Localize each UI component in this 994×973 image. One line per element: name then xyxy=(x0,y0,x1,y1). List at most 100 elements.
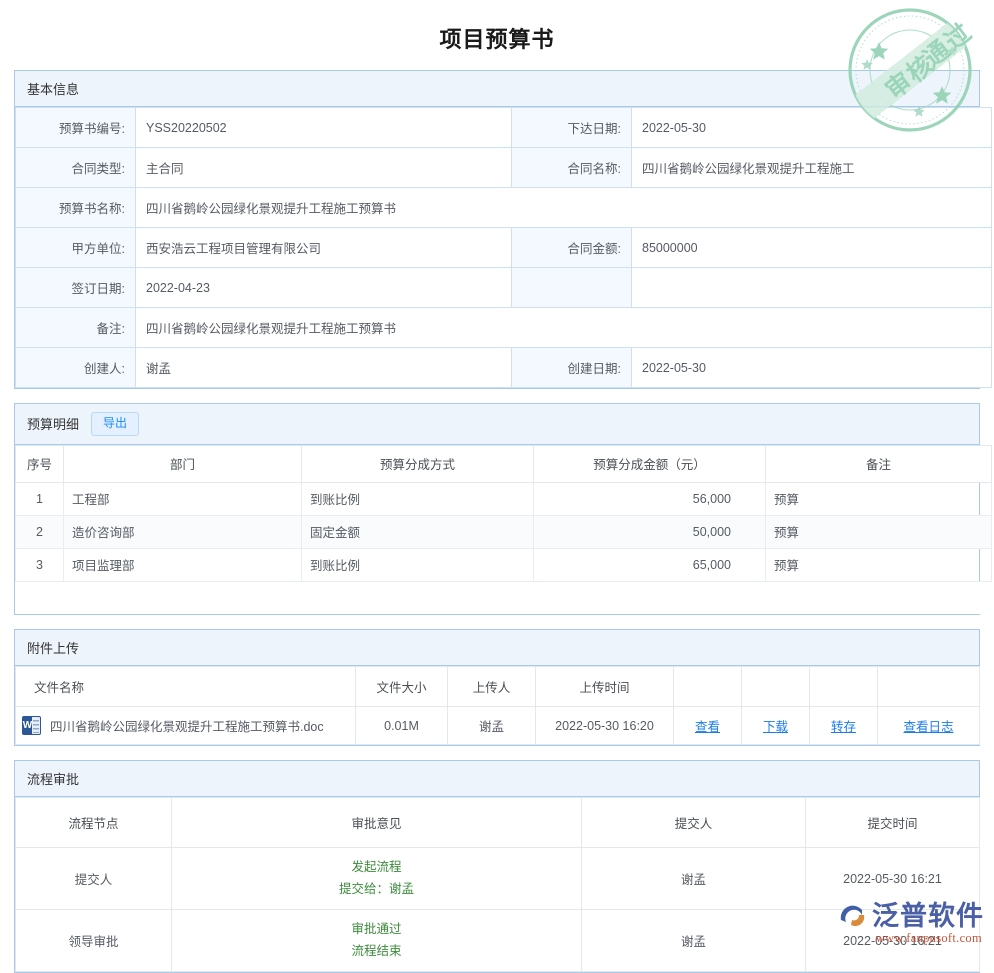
cell-dept: 造价咨询部 xyxy=(64,515,302,548)
table-row: 提交人 发起流程 提交给：谢孟 谢孟 2022-05-30 16:21 xyxy=(16,848,980,910)
cell-uploader: 谢孟 xyxy=(448,707,536,745)
field-value-creator: 谢孟 xyxy=(136,348,512,388)
opinion-line-2: 提交给：谢孟 xyxy=(180,879,573,901)
table-row: 合同类型: 主合同 合同名称: 四川省鹅岭公园绿化景观提升工程施工 xyxy=(16,148,992,188)
view-link[interactable]: 查看 xyxy=(695,720,720,734)
cell-action-log[interactable]: 查看日志 xyxy=(878,707,980,745)
cell-remark: 预算 xyxy=(766,548,992,581)
cell-action-download[interactable]: 下载 xyxy=(742,707,810,745)
field-label-budget-name: 预算书名称: xyxy=(16,188,136,228)
column-header-dept: 部门 xyxy=(64,445,302,482)
cell-no: 2 xyxy=(16,515,64,548)
table-spacer-cell xyxy=(16,581,992,614)
table-row: 领导审批 审批通过 流程结束 谢孟 2022-05-30 16:21 xyxy=(16,910,980,972)
cell-remark: 预算 xyxy=(766,482,992,515)
attachment-table: 文件名称 文件大小 上传人 上传时间 四川省鹅岭公园绿化景观提升工程施工预算书.… xyxy=(15,666,980,745)
table-row[interactable]: 3 项目监理部 到账比例 65,000 预算 xyxy=(16,548,992,581)
field-value-issue-date: 2022-05-30 xyxy=(632,108,992,148)
flow-approval-title: 流程审批 xyxy=(27,769,79,788)
table-row[interactable]: 2 造价咨询部 固定金额 50,000 预算 xyxy=(16,515,992,548)
filename-text: 四川省鹅岭公园绿化景观提升工程施工预算书.doc xyxy=(50,716,324,735)
field-label-contract-type: 合同类型: xyxy=(16,148,136,188)
column-header-filename: 文件名称 xyxy=(16,667,356,707)
opinion-line-2: 流程结束 xyxy=(180,941,573,963)
table-row: 创建人: 谢孟 创建日期: 2022-05-30 xyxy=(16,348,992,388)
field-label-remark: 备注: xyxy=(16,308,136,348)
page-title: 项目预算书 xyxy=(0,0,994,70)
table-row: 预算书编号: YSS20220502 下达日期: 2022-05-30 xyxy=(16,108,992,148)
basic-info-table: 预算书编号: YSS20220502 下达日期: 2022-05-30 合同类型… xyxy=(15,107,992,388)
cell-opinion: 审批通过 流程结束 xyxy=(172,910,582,972)
cell-amount: 50,000 xyxy=(534,515,766,548)
cell-dept: 项目监理部 xyxy=(64,548,302,581)
cell-no: 3 xyxy=(16,548,64,581)
column-header-action-4 xyxy=(878,667,980,707)
field-value-remark: 四川省鹅岭公园绿化景观提升工程施工预算书 xyxy=(136,308,992,348)
column-header-no: 序号 xyxy=(16,445,64,482)
field-value-contract-type: 主合同 xyxy=(136,148,512,188)
view-log-link[interactable]: 查看日志 xyxy=(903,720,953,734)
column-header-method: 预算分成方式 xyxy=(302,445,534,482)
table-header-row: 文件名称 文件大小 上传人 上传时间 xyxy=(16,667,980,707)
table-row: 签订日期: 2022-04-23 xyxy=(16,268,992,308)
column-header-action-1 xyxy=(674,667,742,707)
cell-amount: 65,000 xyxy=(534,548,766,581)
table-row[interactable]: 四川省鹅岭公园绿化景观提升工程施工预算书.doc 0.01M 谢孟 2022-0… xyxy=(16,707,980,745)
cell-filesize: 0.01M xyxy=(356,707,448,745)
field-label-create-date: 创建日期: xyxy=(512,348,632,388)
column-header-filesize: 文件大小 xyxy=(356,667,448,707)
basic-info-title: 基本信息 xyxy=(27,79,79,98)
budget-detail-table: 序号 部门 预算分成方式 预算分成金额（元） 备注 1 工程部 到账比例 56,… xyxy=(15,445,992,615)
table-row[interactable]: 1 工程部 到账比例 56,000 预算 xyxy=(16,482,992,515)
save-as-link[interactable]: 转存 xyxy=(831,720,856,734)
field-label-empty xyxy=(512,268,632,308)
column-header-uploader: 上传人 xyxy=(448,667,536,707)
cell-dept: 工程部 xyxy=(64,482,302,515)
field-value-budget-no: YSS20220502 xyxy=(136,108,512,148)
field-label-creator: 创建人: xyxy=(16,348,136,388)
word-file-icon xyxy=(22,716,41,735)
field-value-empty xyxy=(632,268,992,308)
field-label-contract-name: 合同名称: xyxy=(512,148,632,188)
field-value-sign-date: 2022-04-23 xyxy=(136,268,512,308)
cell-no: 1 xyxy=(16,482,64,515)
attachment-title: 附件上传 xyxy=(27,638,79,657)
cell-submitter: 谢孟 xyxy=(582,910,806,972)
cell-opinion: 发起流程 提交给：谢孟 xyxy=(172,848,582,910)
cell-method: 固定金额 xyxy=(302,515,534,548)
field-label-party-a: 甲方单位: xyxy=(16,228,136,268)
table-row: 预算书名称: 四川省鹅岭公园绿化景观提升工程施工预算书 xyxy=(16,188,992,228)
field-value-create-date: 2022-05-30 xyxy=(632,348,992,388)
cell-action-view[interactable]: 查看 xyxy=(674,707,742,745)
table-header-row: 流程节点 审批意见 提交人 提交时间 xyxy=(16,798,980,848)
column-header-action-3 xyxy=(810,667,878,707)
column-header-amount: 预算分成金额（元） xyxy=(534,445,766,482)
export-button[interactable]: 导出 xyxy=(91,412,139,436)
attachment-header: 附件上传 xyxy=(15,630,979,666)
basic-info-header: 基本信息 xyxy=(15,71,979,107)
field-value-budget-name: 四川省鹅岭公园绿化景观提升工程施工预算书 xyxy=(136,188,992,228)
budget-detail-panel: 预算明细 导出 序号 部门 预算分成方式 预算分成金额（元） 备注 1 工程部 … xyxy=(14,403,980,615)
field-label-budget-no: 预算书编号: xyxy=(16,108,136,148)
field-value-contract-name: 四川省鹅岭公园绿化景观提升工程施工 xyxy=(632,148,992,188)
column-header-opinion: 审批意见 xyxy=(172,798,582,848)
opinion-line-1: 审批通过 xyxy=(180,919,573,941)
attachment-panel: 附件上传 文件名称 文件大小 上传人 上传时间 xyxy=(14,629,980,746)
column-header-action-2 xyxy=(742,667,810,707)
cell-amount: 56,000 xyxy=(534,482,766,515)
cell-submittime: 2022-05-30 16:21 xyxy=(806,848,980,910)
opinion-line-1: 发起流程 xyxy=(180,857,573,879)
table-row: 甲方单位: 西安浩云工程项目管理有限公司 合同金额: 85000000 xyxy=(16,228,992,268)
column-header-remark: 备注 xyxy=(766,445,992,482)
table-spacer-row xyxy=(16,581,992,614)
cell-node: 提交人 xyxy=(16,848,172,910)
cell-action-save[interactable]: 转存 xyxy=(810,707,878,745)
column-header-submittime: 提交时间 xyxy=(806,798,980,848)
flow-approval-table: 流程节点 审批意见 提交人 提交时间 提交人 发起流程 提交给：谢孟 谢孟 20… xyxy=(15,797,980,972)
table-header-row: 序号 部门 预算分成方式 预算分成金额（元） 备注 xyxy=(16,445,992,482)
flow-approval-panel: 流程审批 流程节点 审批意见 提交人 提交时间 提交人 发起流程 提交给：谢孟 … xyxy=(14,760,980,973)
cell-remark: 预算 xyxy=(766,515,992,548)
column-header-node: 流程节点 xyxy=(16,798,172,848)
flow-approval-header: 流程审批 xyxy=(15,761,979,797)
download-link[interactable]: 下载 xyxy=(763,720,788,734)
